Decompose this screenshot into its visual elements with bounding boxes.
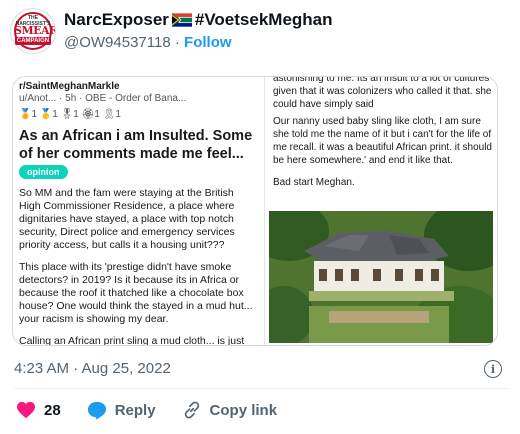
award-count: 1 [52,109,58,120]
award-count: 1 [31,109,38,120]
like-count: 28 [44,401,61,419]
award-icon: 🥇 [39,109,53,120]
follow-button[interactable]: Follow [184,34,232,51]
avatar-main-text: SMEAR [14,24,56,37]
subreddit-name: r/SaintMeghanMarkle [19,81,120,92]
continued-top-text: astonishing to me. Its an insult to a lo… [273,77,492,110]
reply-button[interactable]: Reply [87,401,156,420]
author-display-name[interactable]: NarcExposer #VoetsekMeghan [64,10,333,30]
award-icon: 🎗 [102,109,116,120]
award-count: 1 [73,109,79,120]
author-avatar[interactable]: THE NARCISSIST'S SMEAR CAMPAIGN [10,8,56,54]
hashtag-text: #VoetsekMeghan [194,10,333,29]
post-paragraph: So MM and the fam were staying at the Br… [19,187,235,251]
reddit-meta: u/Anot... · 5h · OBE - Order of Bana... [19,93,187,104]
reddit-subreddit: r/SaintMeghanMarkle [19,81,120,92]
award-count: 1 [94,109,100,120]
reddit-post-screenshot: r/SaintMeghanMarkle u/Anot... · 5h · OBE… [13,77,265,346]
opinion-flair: opinion [19,165,68,179]
reply-label: Reply [114,401,156,419]
link-icon [184,401,199,419]
author-handle[interactable]: @OW94537118 [64,34,171,51]
copy-link-button[interactable]: Copy link [182,400,278,420]
award-icon: 🏵 [81,109,95,120]
info-icon[interactable]: i [484,360,502,378]
post-paragraph: Our nanny used baby sling like cloth, I … [273,116,492,166]
tweet-header: THE NARCISSIST'S SMEAR CAMPAIGN NarcExpo… [10,8,510,56]
reddit-awards: 🏅1 🥇1 🎖1 🏵1 🎗1 [19,109,121,120]
reddit-post-title: As an African i am Insulted. Some of her… [19,128,253,162]
south-africa-flag-icon [171,13,192,27]
post-paragraph: This place with its 'prestige didn't hav… [19,261,253,325]
tweet-media-image[interactable]: r/SaintMeghanMarkle u/Anot... · 5h · OBE… [12,76,498,346]
reddit-post-continued: astonishing to me. Its an insult to a lo… [266,77,497,345]
continued-body: Our nanny used baby sling like cloth, I … [273,115,493,198]
tweet-timestamp[interactable]: 4:23 AM · Aug 25, 2022 [14,360,171,377]
handle-row: @OW94537118 · Follow [64,34,333,51]
like-button[interactable]: 28 [16,401,61,419]
display-name-text: NarcExposer [64,10,169,29]
award-icon: 🏅 [19,109,32,120]
handle-separator: · [174,34,180,51]
residence-aerial-photo [269,211,493,343]
copy-link-label: Copy link [209,401,278,419]
award-icon: 🎖 [60,109,74,120]
award-count: 1 [115,109,121,120]
post-paragraph: Calling an African print sling a mud clo… [19,335,245,346]
avatar-sub-text: CAMPAIGN [15,37,51,45]
divider [14,388,510,389]
post-paragraph: Bad start Meghan. [273,177,355,188]
speech-bubble-icon [87,401,106,420]
reddit-post-body: So MM and the fam were staying at the Br… [19,187,258,346]
heart-icon [17,401,35,419]
author-names: NarcExposer #VoetsekMeghan @OW94537118 ·… [64,8,333,51]
tweet-actions: 28 Reply Copy link [16,400,303,420]
